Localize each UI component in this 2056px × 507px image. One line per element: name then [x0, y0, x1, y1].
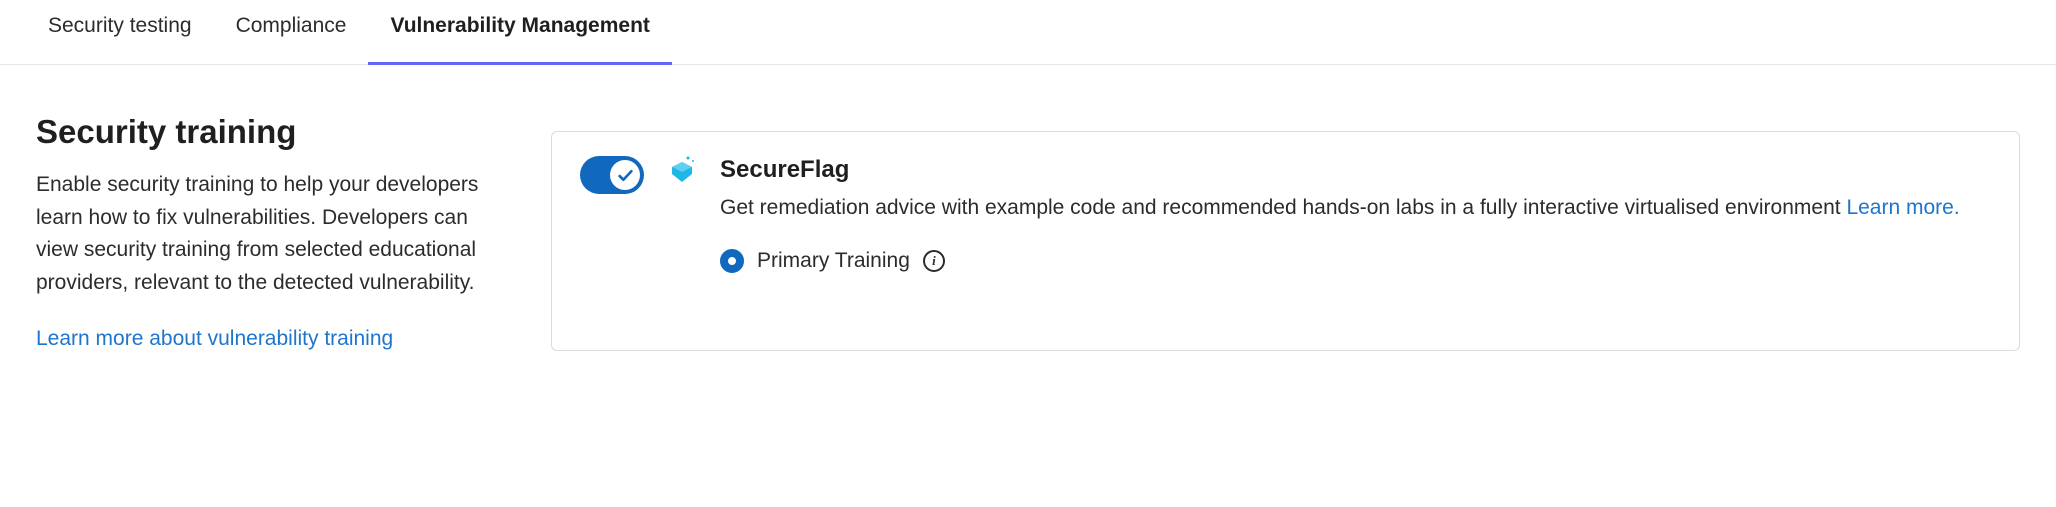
- provider-learn-more-link[interactable]: Learn more.: [1846, 196, 1959, 219]
- primary-training-label: Primary Training: [757, 249, 910, 273]
- content-area: Security training Enable security traini…: [0, 65, 2056, 363]
- learn-more-link[interactable]: Learn more about vulnerability training: [36, 327, 393, 350]
- section-description: Enable security training to help your de…: [36, 169, 491, 299]
- tab-compliance[interactable]: Compliance: [214, 0, 369, 65]
- provider-description-text: Get remediation advice with example code…: [720, 196, 1846, 219]
- toggle-knob: [610, 160, 640, 190]
- secureflag-logo-icon: [666, 154, 698, 191]
- section-title: Security training: [36, 113, 491, 151]
- section-intro: Security training Enable security traini…: [36, 113, 491, 351]
- primary-training-radio[interactable]: [720, 249, 744, 273]
- provider-enable-toggle[interactable]: [580, 156, 644, 194]
- tab-vulnerability-management[interactable]: Vulnerability Management: [368, 0, 671, 65]
- tabs-nav: Security testing Compliance Vulnerabilit…: [0, 0, 2056, 65]
- check-icon: [617, 167, 634, 184]
- provider-name: SecureFlag: [720, 156, 1991, 184]
- tab-security-testing[interactable]: Security testing: [36, 0, 214, 65]
- provider-card: SecureFlag Get remediation advice with e…: [551, 131, 2020, 351]
- primary-training-row: Primary Training i: [720, 249, 1991, 273]
- info-icon[interactable]: i: [923, 250, 945, 272]
- provider-description: Get remediation advice with example code…: [720, 192, 1991, 225]
- provider-info: SecureFlag Get remediation advice with e…: [720, 156, 1991, 273]
